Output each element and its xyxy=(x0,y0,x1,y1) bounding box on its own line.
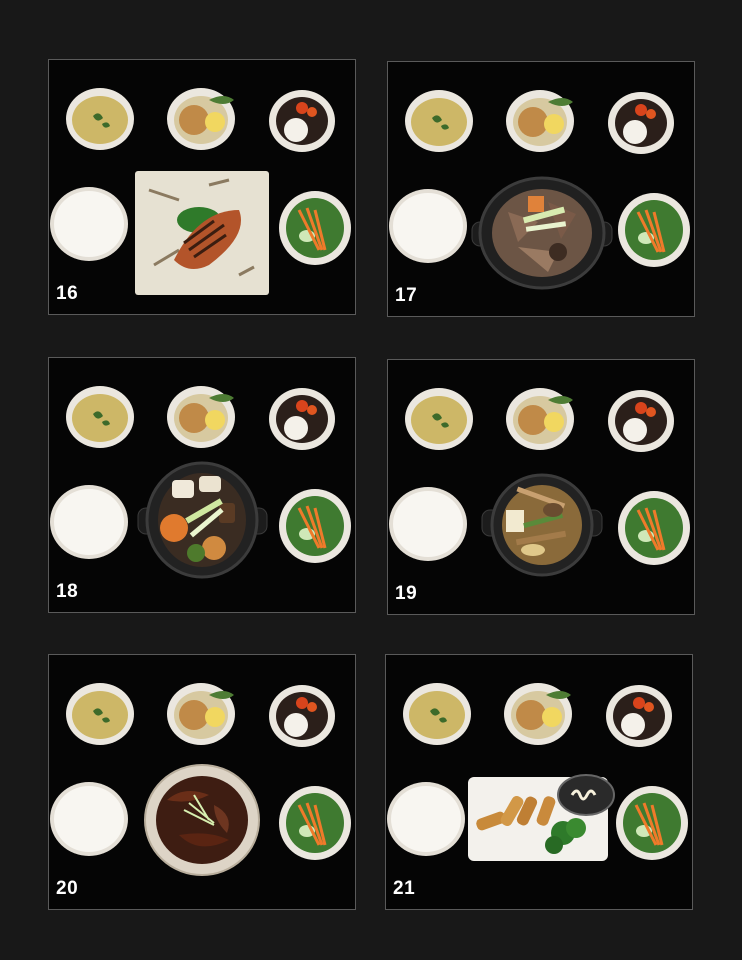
sesame-salad-bowl xyxy=(506,388,574,450)
rice-bowl xyxy=(389,487,467,561)
side-salad-bowl xyxy=(279,786,351,860)
side-salad-bowl xyxy=(618,491,690,565)
side-dish-bowl xyxy=(606,685,672,747)
side-salad-bowl xyxy=(616,786,688,860)
meal-set-panel-21: 21 xyxy=(385,654,693,910)
side-salad-bowl xyxy=(279,191,351,265)
side-dish-bowl xyxy=(608,390,674,452)
miso-soup-bowl xyxy=(66,88,134,150)
meal-set-panel-20: 20 xyxy=(48,654,356,910)
rice-bowl xyxy=(50,485,128,559)
stew-bowl xyxy=(144,764,260,876)
side-salad-bowl xyxy=(618,193,690,267)
meal-set-photo-16 xyxy=(50,88,351,295)
side-dish-bowl xyxy=(608,92,674,154)
fried-platter xyxy=(468,774,615,861)
miso-soup-bowl xyxy=(66,386,134,448)
rice-bowl xyxy=(50,782,128,856)
sukiyaki-hotpot xyxy=(471,176,613,290)
miso-soup-bowl xyxy=(403,683,471,745)
rice-bowl xyxy=(50,187,128,261)
rice-bowl xyxy=(387,782,465,856)
meal-set-panel-18: 18 xyxy=(48,357,356,613)
meal-set-photo-18 xyxy=(50,386,351,579)
set-number-label: 19 xyxy=(395,583,418,604)
miso-soup-bowl xyxy=(405,388,473,450)
sesame-salad-bowl xyxy=(504,683,572,745)
miso-soup-bowl xyxy=(66,683,134,745)
set-number-label: 16 xyxy=(56,283,79,304)
meal-set-photo-20 xyxy=(50,683,351,876)
sesame-salad-bowl xyxy=(167,683,235,745)
grilled-fish-plate xyxy=(135,171,269,295)
meal-set-panel-17: 17 xyxy=(387,61,695,317)
sesame-salad-bowl xyxy=(167,386,235,448)
tofu-hotpot xyxy=(481,473,603,577)
meal-set-panel-19: 19 xyxy=(387,359,695,615)
vegetable-hotpot xyxy=(137,461,268,579)
set-number-label: 21 xyxy=(393,878,416,899)
set-number-label: 20 xyxy=(56,878,79,899)
meal-set-photo-19 xyxy=(389,388,690,577)
meal-set-photo-21 xyxy=(387,683,688,861)
meal-set-photo-17 xyxy=(389,90,690,290)
rice-bowl xyxy=(389,189,467,263)
meal-set-panel-16: 16 xyxy=(48,59,356,315)
side-dish-bowl xyxy=(269,685,335,747)
sesame-salad-bowl xyxy=(167,88,235,150)
set-number-label: 17 xyxy=(395,285,418,306)
miso-soup-bowl xyxy=(405,90,473,152)
set-number-label: 18 xyxy=(56,581,79,602)
sesame-salad-bowl xyxy=(506,90,574,152)
side-dish-bowl xyxy=(269,90,335,152)
side-salad-bowl xyxy=(279,489,351,563)
side-dish-bowl xyxy=(269,388,335,450)
